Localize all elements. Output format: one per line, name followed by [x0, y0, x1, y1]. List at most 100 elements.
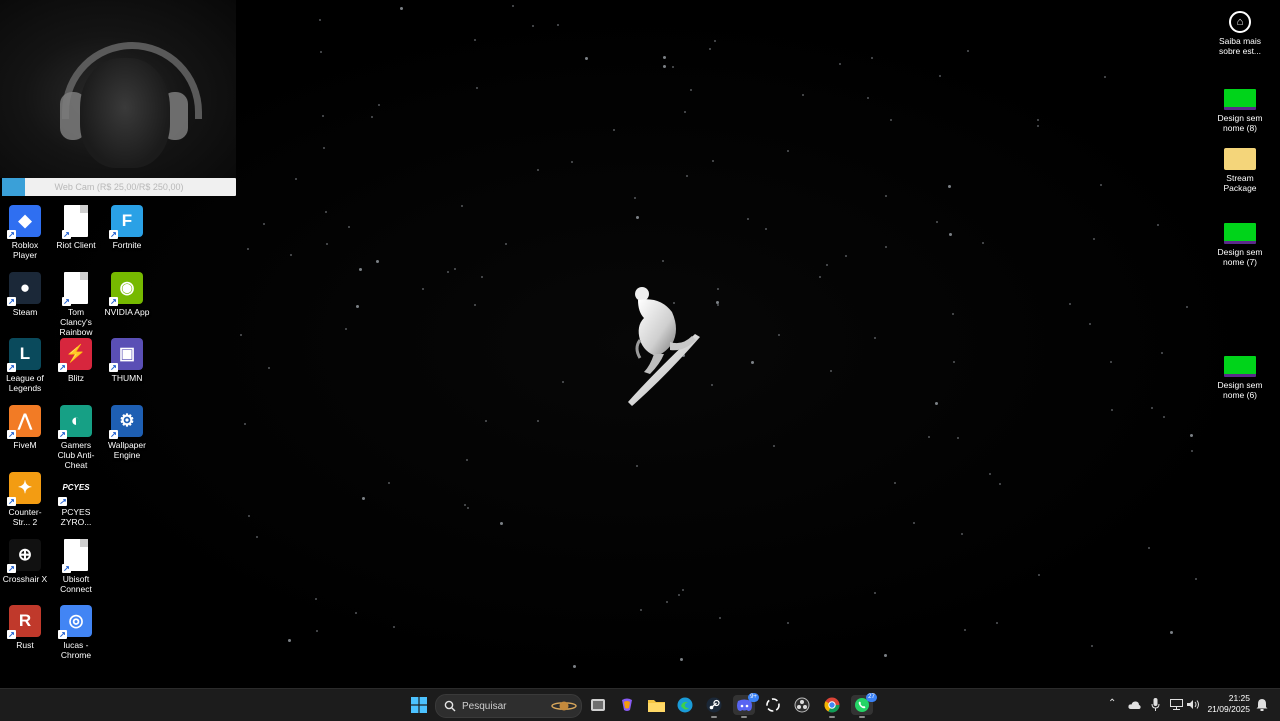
- copilot-button[interactable]: [616, 695, 638, 715]
- star-dot: [371, 116, 374, 119]
- file-explorer-button[interactable]: [645, 695, 667, 715]
- desktop-icon-design7[interactable]: Design sem nome (7): [1215, 216, 1265, 267]
- desktop-icon-cs2[interactable]: ✦ ↗ Counter-Str... 2: [0, 471, 50, 527]
- desktop-icon-steam[interactable]: ● ↗ Steam: [0, 271, 50, 317]
- desktop-icon-nvidia[interactable]: ◉ ↗ NVIDIA App: [102, 271, 152, 317]
- notification-bell-icon[interactable]: [1256, 698, 1268, 711]
- star-dot: [682, 589, 685, 592]
- star-dot: [1111, 409, 1114, 412]
- taskbar-search[interactable]: Pesquisar: [435, 694, 582, 718]
- task-view-button[interactable]: [587, 695, 609, 715]
- show-hidden-icons-chevron-up-icon[interactable]: ⌃: [1108, 698, 1116, 709]
- microphone-icon[interactable]: [1151, 698, 1160, 711]
- search-icon: [444, 700, 456, 712]
- star-dot: [1190, 449, 1193, 452]
- desktop-icon-riot[interactable]: ↗ Riot Client: [51, 205, 101, 250]
- star-dot: [473, 39, 476, 42]
- star-dot: [613, 129, 616, 132]
- star-dot: [716, 288, 719, 291]
- star-dot: [746, 217, 749, 220]
- image-icon: [1224, 356, 1256, 377]
- start-button[interactable]: [408, 695, 430, 715]
- desktop-icon-rust[interactable]: R ↗ Rust: [0, 605, 50, 650]
- info-icon: ⌂: [1229, 11, 1251, 33]
- star-dot: [866, 96, 869, 99]
- desktop-icon-rainbow[interactable]: ↗Tom Clancy's Rainbow Si...: [51, 271, 101, 347]
- star-dot: [378, 104, 381, 107]
- star-dot: [1156, 224, 1159, 227]
- desktop-icon-label: Steam: [12, 306, 38, 317]
- obs-taskbar-button[interactable]: [791, 695, 813, 715]
- saturn-highlight-icon: [551, 701, 577, 711]
- folder-icon: [647, 700, 665, 712]
- desktop-icon-stream[interactable]: Stream Package: [1215, 143, 1265, 193]
- crosshair-taskbar-button[interactable]: [762, 695, 784, 715]
- clock[interactable]: 21:25 21/09/2025: [1207, 693, 1250, 715]
- star-dot: [1069, 302, 1072, 305]
- chrome-taskbar-button[interactable]: [821, 695, 843, 718]
- star-dot: [557, 23, 560, 26]
- desktop-icon-gamersclub[interactable]: ◐ ↗ Gamers Club Anti-Cheat: [51, 405, 101, 470]
- desktop-icon-design6[interactable]: Design sem nome (6): [1215, 349, 1265, 400]
- desktop-icon-pcyes[interactable]: PCYES ↗ PCYES ZYRO...: [51, 471, 101, 527]
- desktop-icon-roblox[interactable]: ◆ ↗ Roblox Player: [0, 205, 50, 260]
- webcam-goal-bar: Web Cam (R$ 25,00/R$ 250,00): [2, 178, 236, 196]
- star-dot: [536, 168, 539, 171]
- star-dot: [661, 259, 664, 262]
- edge-button[interactable]: [674, 695, 696, 715]
- whatsapp-taskbar-button[interactable]: 27: [851, 693, 877, 718]
- star-dot: [263, 223, 266, 226]
- onedrive-cloud-icon[interactable]: [1128, 700, 1141, 709]
- star-dot: [686, 174, 689, 177]
- desktop-icon-fivem[interactable]: ⋀ ↗ FiveM: [0, 405, 50, 450]
- star-dot: [765, 228, 768, 230]
- copilot-icon: [622, 698, 632, 711]
- desktop-icon-lol[interactable]: L ↗ League of Legends: [0, 338, 50, 393]
- volume-icon[interactable]: [1187, 699, 1200, 710]
- shortcut-arrow-icon: ↗: [7, 230, 16, 239]
- star-dot: [714, 40, 717, 43]
- desktop-icon-chrome[interactable]: ◎ ↗ lucas - Chrome: [51, 605, 101, 660]
- star-dot: [531, 24, 534, 27]
- desktop-icon-fortnite[interactable]: F ↗ Fortnite: [102, 205, 152, 250]
- steam-taskbar-button[interactable]: [703, 695, 725, 718]
- star-dot: [1109, 361, 1112, 364]
- desktop-icon-blitz[interactable]: ⚡ ↗ Blitz: [51, 338, 101, 383]
- star-dot: [894, 482, 897, 485]
- star-dot: [884, 194, 887, 197]
- star-dot: [324, 211, 327, 214]
- discord-taskbar-button[interactable]: 9+: [733, 693, 759, 718]
- star-dot: [474, 304, 477, 307]
- desktop-icon-thumn[interactable]: ▣ ↗ THUMN: [102, 338, 152, 383]
- star-dot: [319, 51, 322, 54]
- star-dot: [949, 233, 953, 236]
- desktop-icon-label: League of Legends: [6, 373, 44, 394]
- desktop-icon-label: Roblox Player: [11, 240, 39, 260]
- nvidia-icon: ◉ ↗: [109, 271, 143, 306]
- desktop-icon-wallpaper[interactable]: ⚙ ↗ Wallpaper Engine: [102, 405, 152, 460]
- star-dot: [772, 445, 775, 448]
- roblox-icon: ◆ ↗: [7, 205, 41, 239]
- star-dot: [873, 591, 876, 594]
- shortcut-arrow-icon: ↗: [7, 296, 16, 306]
- star-dot: [1092, 237, 1095, 240]
- shortcut-arrow-icon: ↗: [58, 363, 67, 373]
- star-dot: [585, 57, 589, 61]
- star-dot: [344, 327, 347, 330]
- star-dot: [499, 522, 503, 526]
- desktop-icon-design8[interactable]: Design sem nome (8): [1215, 82, 1265, 133]
- webcam-goal-label: Web Cam (R$ 25,00/R$ 250,00): [54, 182, 184, 192]
- star-dot: [388, 482, 391, 485]
- star-dot: [801, 94, 804, 96]
- desktop-icon-label: Rust: [16, 640, 34, 651]
- star-dot: [947, 185, 951, 189]
- star-dot: [751, 361, 755, 365]
- network-icon[interactable]: [1170, 699, 1183, 710]
- desktop-icon-label: Ubisoft Connect: [60, 573, 92, 594]
- star-dot: [889, 118, 892, 121]
- desktop-icon-saiba[interactable]: ⌂ Saiba mais sobre est...: [1215, 8, 1265, 56]
- whatsapp-badge: 27: [866, 693, 877, 702]
- desktop-icon-ubisoft[interactable]: ↗ Ubisoft Connect: [51, 538, 101, 594]
- desktop-icon-crosshair[interactable]: ⊕ ↗ Crosshair X: [0, 538, 50, 584]
- star-dot: [1195, 577, 1197, 580]
